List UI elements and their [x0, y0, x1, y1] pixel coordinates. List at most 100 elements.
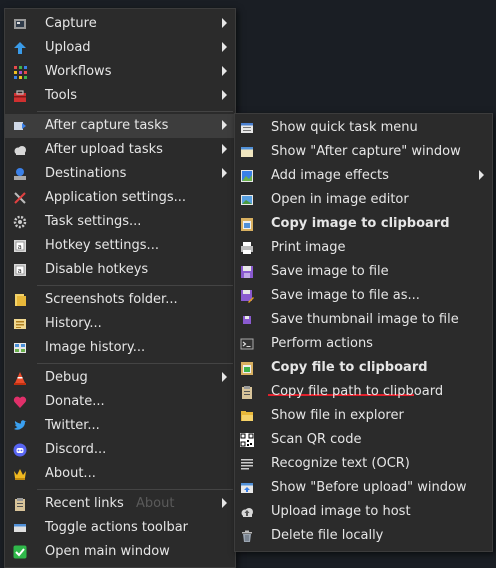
menu-item-image-history[interactable]: Image history...	[5, 336, 235, 360]
sub-item-label: Scan QR code	[271, 432, 362, 447]
toolbox-icon	[14, 90, 26, 102]
sub-item-show-quick-task-menu[interactable]: Show quick task menu	[235, 116, 492, 140]
traffic-cone-icon	[14, 372, 26, 385]
image-effects-icon	[241, 170, 253, 182]
menu-item-label: Capture	[45, 16, 97, 31]
sub-item-label: Copy file path to clipboard	[271, 384, 444, 399]
sub-item-label: Perform actions	[271, 336, 373, 351]
menu-item-label: After capture tasks	[45, 118, 169, 133]
sub-item-print-image[interactable]: Print image	[235, 236, 492, 260]
tray-context-menu: Capture Upload Workflows Tools After cap…	[4, 8, 236, 568]
menu-item-after-upload-tasks[interactable]: After upload tasks	[5, 138, 235, 162]
menu-item-hotkey-settings[interactable]: a Hotkey settings...	[5, 234, 235, 258]
destinations-icon	[14, 168, 26, 180]
menu-item-debug[interactable]: Debug	[5, 366, 235, 390]
image-editor-icon	[241, 195, 253, 205]
menu-item-label: Workflows	[45, 64, 112, 79]
menu-item-history[interactable]: History...	[5, 312, 235, 336]
floppy-disk-as-icon	[241, 290, 254, 303]
submenu-arrow-icon	[222, 168, 227, 178]
sub-item-save-image-to-file[interactable]: Save image to file	[235, 260, 492, 284]
sub-item-copy-image-to-clipboard[interactable]: Copy image to clipboard	[235, 212, 492, 236]
sub-item-recognize-text-ocr[interactable]: Recognize text (OCR)	[235, 452, 492, 476]
menu-item-twitter[interactable]: Twitter...	[5, 414, 235, 438]
history-icon	[14, 319, 26, 329]
sub-item-scan-qr-code[interactable]: Scan QR code	[235, 428, 492, 452]
menu-item-label: History...	[45, 316, 102, 331]
cloud-upload-icon	[241, 508, 253, 517]
sub-item-label: Show "Before upload" window	[271, 480, 467, 495]
sub-item-label: Show quick task menu	[271, 120, 418, 135]
sub-item-label: Copy file to clipboard	[271, 360, 428, 375]
menu-item-label: Screenshots folder...	[45, 292, 178, 307]
sub-item-copy-file-to-clipboard[interactable]: Copy file to clipboard	[235, 356, 492, 380]
sub-item-show-after-capture-window[interactable]: Show "After capture" window	[235, 140, 492, 164]
menu-item-label: Image history...	[45, 340, 146, 355]
menu-separator	[37, 111, 233, 112]
menu-item-toggle-actions-toolbar[interactable]: Toggle actions toolbar	[5, 516, 235, 540]
twitter-bird-icon	[14, 420, 27, 430]
sub-item-add-image-effects[interactable]: Add image effects	[235, 164, 492, 188]
menu-item-label: Application settings...	[45, 190, 187, 205]
menu-item-label: Donate...	[45, 394, 105, 409]
menu-separator	[37, 363, 233, 364]
submenu-arrow-icon	[222, 498, 227, 508]
menu-item-workflows[interactable]: Workflows	[5, 60, 235, 84]
menu-item-label: Open main window	[45, 544, 170, 559]
crown-icon	[14, 469, 26, 480]
sub-item-copy-file-path-to-clipboard[interactable]: Copy file path to clipboard	[235, 380, 492, 404]
menu-item-label: Disable hotkeys	[45, 262, 149, 277]
menu-item-recent-links[interactable]: Recent links About	[5, 492, 235, 516]
submenu-arrow-icon	[222, 66, 227, 76]
menu-item-open-main-window[interactable]: Open main window	[5, 540, 235, 564]
printer-icon	[241, 242, 253, 254]
sub-item-label: Save image to file	[271, 264, 389, 279]
sub-item-label: Show "After capture" window	[271, 144, 461, 159]
copy-file-icon	[241, 362, 253, 375]
menu-item-after-capture-tasks[interactable]: After capture tasks	[5, 114, 235, 138]
gear-icon	[13, 215, 27, 229]
sub-item-open-in-image-editor[interactable]: Open in image editor	[235, 188, 492, 212]
submenu-arrow-icon	[222, 42, 227, 52]
menu-item-upload[interactable]: Upload	[5, 36, 235, 60]
menu-item-task-settings[interactable]: Task settings...	[5, 210, 235, 234]
sub-item-save-thumbnail-image-to-file[interactable]: Save thumbnail image to file	[235, 308, 492, 332]
menu-item-disable-hotkeys[interactable]: a Disable hotkeys	[5, 258, 235, 282]
sub-item-show-before-upload-window[interactable]: Show "Before upload" window	[235, 476, 492, 500]
after-capture-icon	[14, 122, 26, 130]
ghost-about-text: About	[136, 496, 175, 511]
discord-icon	[13, 443, 27, 457]
sub-item-label: Open in image editor	[271, 192, 409, 207]
menu-item-screenshots-folder[interactable]: Screenshots folder...	[5, 288, 235, 312]
workflows-grid-icon	[14, 66, 27, 79]
menu-separator	[37, 489, 233, 490]
sub-item-save-image-to-file-as[interactable]: Save image to file as...	[235, 284, 492, 308]
menu-item-about[interactable]: About...	[5, 462, 235, 486]
upload-arrow-icon	[14, 42, 26, 54]
sub-item-perform-actions[interactable]: Perform actions	[235, 332, 492, 356]
sub-item-label: Save thumbnail image to file	[271, 312, 459, 327]
menu-item-destinations[interactable]: Destinations	[5, 162, 235, 186]
menu-item-discord[interactable]: Discord...	[5, 438, 235, 462]
ocr-text-icon	[241, 459, 253, 470]
submenu-arrow-icon	[222, 372, 227, 382]
menu-item-donate[interactable]: Donate...	[5, 390, 235, 414]
menu-item-application-settings[interactable]: Application settings...	[5, 186, 235, 210]
menu-item-label: Recent links	[45, 496, 124, 511]
wrench-screwdriver-icon	[14, 192, 26, 204]
sub-item-upload-image-to-host[interactable]: Upload image to host	[235, 500, 492, 524]
menu-separator	[37, 285, 233, 286]
sub-item-label: Print image	[271, 240, 346, 255]
keyboard-icon: a	[14, 240, 26, 252]
menu-item-tools[interactable]: Tools	[5, 84, 235, 108]
heart-icon	[13, 396, 27, 408]
sub-item-show-file-in-explorer[interactable]: Show file in explorer	[235, 404, 492, 428]
sub-item-label: Recognize text (OCR)	[271, 456, 410, 471]
svg-text:a: a	[18, 243, 22, 251]
menu-item-capture[interactable]: Capture	[5, 12, 235, 36]
sub-item-delete-file-locally[interactable]: Delete file locally	[235, 524, 492, 548]
submenu-arrow-icon	[222, 90, 227, 100]
menu-item-label: Debug	[45, 370, 88, 385]
menu-item-label: About...	[45, 466, 96, 481]
submenu-arrow-icon	[222, 120, 227, 130]
